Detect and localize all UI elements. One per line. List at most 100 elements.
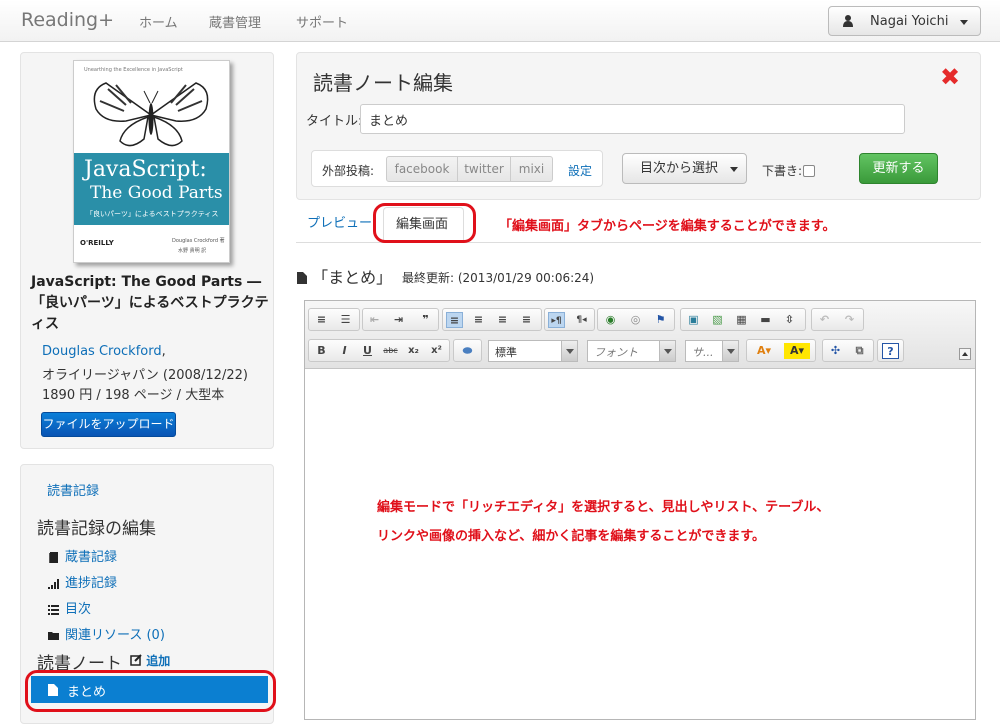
sidebar-item-library[interactable]: 蔵書記録 — [47, 546, 117, 565]
title-input[interactable] — [360, 104, 905, 134]
draft-checkbox[interactable] — [803, 165, 815, 177]
show-blocks-icon[interactable]: ⧉ — [851, 343, 868, 359]
cover-translator: 水野 貴明 訳 — [178, 248, 207, 254]
page-break-icon[interactable]: ⇳ — [781, 312, 798, 328]
toolbar-group-tools: ✣ ⧉ — [822, 339, 874, 362]
brand-logo[interactable]: Reading+ — [21, 9, 114, 31]
book-author-line: Douglas Crockford, — [42, 344, 166, 359]
eraser-icon[interactable]: ⬬ — [459, 343, 476, 359]
top-navbar: Reading+ ホーム 蔵書管理 サポート Nagai Yoichi — [0, 0, 1000, 42]
share-label: 外部投稿: — [322, 164, 375, 178]
toolbar-group-help: ? — [877, 339, 904, 362]
cover-tagline: Unearthing the Excellence in JavaScript — [84, 67, 183, 73]
user-icon — [843, 15, 853, 27]
image-icon[interactable]: ▣ — [685, 312, 702, 328]
superscript-icon[interactable]: x² — [428, 343, 445, 359]
tab-preview[interactable]: プレビュー — [307, 212, 372, 231]
italic-icon[interactable]: I — [336, 343, 353, 359]
align-right-icon[interactable]: ≡ — [494, 312, 511, 328]
add-note-link[interactable]: 追加 — [130, 652, 170, 669]
toolbar-group-insert: ▣ ▧ ▦ ▬ ⇳ — [680, 308, 806, 331]
subscript-icon[interactable]: x₂ — [405, 343, 422, 359]
align-left-icon[interactable]: ≡ — [446, 312, 463, 328]
chevron-down-icon — [722, 341, 738, 361]
share-facebook-button[interactable]: facebook — [386, 156, 458, 182]
cover-title-line2: The Good Parts — [90, 183, 223, 203]
table-icon[interactable]: ▦ — [733, 312, 750, 328]
indent-icon[interactable]: ⇥ — [390, 312, 407, 328]
outdent-icon[interactable]: ⇤ — [366, 312, 383, 328]
anchor-flag-icon[interactable]: ⚑ — [652, 312, 669, 328]
sidebar-item-label: 目次 — [65, 602, 92, 617]
nav-support[interactable]: サポート — [296, 12, 348, 31]
share-mixi-button[interactable]: mixi — [510, 156, 553, 182]
nav-library[interactable]: 蔵書管理 — [209, 12, 261, 31]
chevron-down-icon — [730, 167, 738, 172]
editor-content-area[interactable]: 編集モードで「リッチエディタ」を選択すると、見出しやリスト、テーブル、 リンクや… — [305, 369, 975, 719]
underline-icon[interactable]: U — [359, 343, 376, 359]
book-publisher: オライリージャパン (2008/12/22) — [42, 368, 248, 383]
note-updated-time: 最終更新: (2013/01/29 00:06:24) — [402, 271, 595, 285]
flash-icon[interactable]: ▧ — [709, 312, 726, 328]
size-select[interactable]: サ... — [685, 340, 739, 362]
ltr-icon[interactable]: ▸¶ — [548, 312, 565, 328]
chevron-down-icon — [659, 341, 675, 361]
draft-label: 下書き: — [762, 164, 803, 178]
justify-icon[interactable]: ≡ — [518, 312, 535, 328]
toolbar-group-align: ≡ ≡ ≡ ≡ — [442, 308, 542, 331]
book-title: JavaScript: The Good Parts ―「良いパーツ」によるベス… — [31, 274, 269, 332]
update-button[interactable]: 更新する — [859, 153, 938, 184]
cover-title-line1: JavaScript: — [84, 157, 207, 182]
share-settings-link[interactable]: 設定 — [568, 162, 592, 179]
toolbar-group-clear: ⬬ — [453, 339, 482, 362]
redo-icon[interactable]: ↷ — [841, 312, 858, 328]
signal-icon — [48, 579, 59, 589]
toolbar-group-direction: ▸¶ ¶◂ — [544, 308, 595, 331]
share-twitter-button[interactable]: twitter — [457, 156, 511, 182]
blockquote-icon[interactable]: ❞ — [417, 312, 434, 328]
book-price: 1890 円 / 198 ページ / 大型本 — [42, 388, 225, 403]
horizontal-line-icon[interactable]: ▬ — [757, 312, 774, 328]
toolbar-group-colors: A▾ A▾ — [746, 339, 816, 362]
format-select[interactable]: 標準 — [488, 340, 578, 362]
nav-home[interactable]: ホーム — [139, 12, 178, 31]
toc-select-button[interactable]: 目次から選択 — [622, 153, 747, 184]
undo-icon[interactable]: ↶ — [816, 312, 833, 328]
sidebar-item-label: 蔵書記録 — [65, 550, 118, 565]
author-link[interactable]: Douglas Crockford — [42, 344, 162, 359]
sidebar-item-resources[interactable]: 関連リソース (0) — [47, 624, 165, 643]
text-color-icon[interactable]: A▾ — [751, 343, 777, 359]
bg-color-icon[interactable]: A▾ — [784, 343, 810, 359]
close-icon[interactable]: ✖ — [940, 63, 960, 91]
butterfly-illustration — [93, 82, 209, 147]
sidebar-item-label: 進捗記録 — [65, 576, 118, 591]
sidebar-item-toc[interactable]: 目次 — [47, 598, 91, 617]
sidebar-item-progress[interactable]: 進捗記録 — [47, 572, 117, 591]
rich-text-editor: ≡ ☰ ⇤ ⇥ ❞ ≡ ≡ ≡ ≡ ▸¶ ¶◂ ◉ ◎ ⚑ ▣ ▧ ▦ ▬ ⇳ — [304, 300, 976, 720]
editor-toolbar: ≡ ☰ ⇤ ⇥ ❞ ≡ ≡ ≡ ≡ ▸¶ ¶◂ ◉ ◎ ⚑ ▣ ▧ ▦ ▬ ⇳ — [305, 301, 975, 369]
chevron-down-icon — [561, 341, 577, 361]
bullet-list-icon[interactable]: ☰ — [337, 312, 354, 328]
reading-record-link[interactable]: 読書記録 — [47, 480, 99, 499]
author-separator: , — [161, 344, 166, 359]
bold-icon[interactable]: B — [313, 343, 330, 359]
user-menu-button[interactable]: Nagai Yoichi — [828, 6, 981, 36]
numbered-list-icon[interactable]: ≡ — [313, 312, 330, 328]
book-cover-image: Unearthing the Excellence in JavaScript … — [73, 60, 230, 263]
maximize-icon[interactable]: ✣ — [827, 343, 844, 359]
toolbar-group-history: ↶ ↷ — [811, 308, 864, 331]
font-select[interactable]: フォント — [587, 340, 676, 362]
upload-file-button[interactable]: ファイルをアップロード — [41, 412, 176, 437]
help-icon[interactable]: ? — [882, 343, 899, 359]
size-select-value: サ... — [692, 346, 714, 359]
link-icon[interactable]: ◉ — [602, 312, 619, 328]
rtl-icon[interactable]: ¶◂ — [573, 312, 590, 328]
collapse-toolbar-icon[interactable] — [959, 348, 971, 360]
editor-annotation-line1: 編集モードで「リッチエディタ」を選択すると、見出しやリスト、テーブル、 — [377, 500, 830, 515]
note-title: 「まとめ」 — [297, 264, 392, 288]
align-center-icon[interactable]: ≡ — [470, 312, 487, 328]
chevron-up-icon — [962, 352, 968, 356]
unlink-icon[interactable]: ◎ — [627, 312, 644, 328]
toc-select-label: 目次から選択 — [640, 161, 719, 176]
strikethrough-icon[interactable]: abc — [382, 343, 399, 359]
